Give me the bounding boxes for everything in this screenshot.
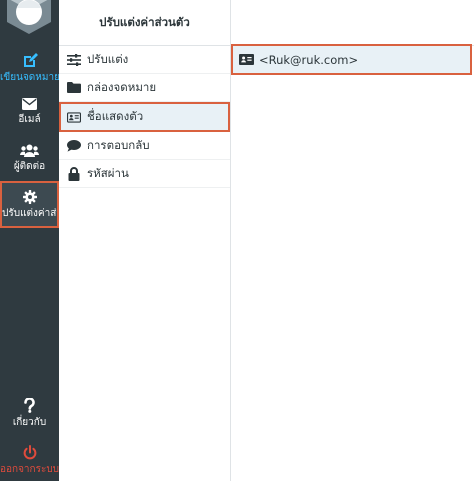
lock-icon <box>67 166 81 181</box>
logout-label: ออกจากระบบ <box>0 464 59 475</box>
users-icon <box>20 144 39 157</box>
id-card-icon <box>67 110 81 124</box>
identity-label: <Ruk@ruk.com> <box>259 52 359 67</box>
settings-label: ปรับแต่งค่าส่วนตัว <box>2 208 57 219</box>
settings-item-responses[interactable]: การตอบกลับ <box>59 132 230 160</box>
settings-item-label: ชื่อแสดงตัว <box>87 109 144 123</box>
settings-sections-panel: ปรับแต่งค่าส่วนตัว ปรับแต่ง กล่องจดหมาย … <box>59 0 231 481</box>
mail-label: อีเมล์ <box>18 114 41 125</box>
settings-button[interactable]: ปรับแต่งค่าส่วนตัว <box>0 181 59 228</box>
sliders-icon <box>67 53 81 67</box>
power-icon <box>23 445 36 460</box>
identity-row[interactable]: <Ruk@ruk.com> <box>231 44 472 75</box>
settings-list: ปรับแต่ง กล่องจดหมาย ชื่อแสดงตัว การตอบก… <box>59 46 230 188</box>
settings-item-identities[interactable]: ชื่อแสดงตัว <box>59 102 230 132</box>
comment-icon <box>67 139 81 153</box>
logo <box>0 0 59 40</box>
contacts-button[interactable]: ผู้ติดต่อ <box>0 144 59 182</box>
compose-icon <box>23 53 38 67</box>
compose-button[interactable]: เขียนจดหมายใหม่ <box>0 52 59 94</box>
settings-item-label: การตอบกลับ <box>87 137 150 152</box>
identities-header <box>231 0 474 46</box>
settings-item-label: ปรับแต่ง <box>87 51 129 66</box>
gear-icon <box>22 190 37 204</box>
settings-header: ปรับแต่งค่าส่วนตัว <box>59 0 230 46</box>
folder-icon <box>67 81 81 95</box>
logout-button[interactable]: ออกจากระบบ <box>0 445 59 481</box>
settings-item-preferences[interactable]: ปรับแต่ง <box>59 46 230 74</box>
contacts-label: ผู้ติดต่อ <box>13 161 46 172</box>
mail-button[interactable]: อีเมล์ <box>0 98 59 136</box>
settings-item-label: รหัสผ่าน <box>87 165 129 180</box>
settings-item-password[interactable]: รหัสผ่าน <box>59 160 230 188</box>
envelope-icon <box>22 98 37 110</box>
about-label: เกี่ยวกับ <box>12 417 47 428</box>
compose-label: เขียนจดหมายใหม่ <box>0 72 59 83</box>
id-card-icon <box>239 53 255 67</box>
main-navigation: เขียนจดหมายใหม่ อีเมล์ ผู้ติดต่อ <box>0 0 59 481</box>
settings-item-label: กล่องจดหมาย <box>87 79 157 94</box>
settings-item-folders[interactable]: กล่องจดหมาย <box>59 74 230 102</box>
identities-panel: <Ruk@ruk.com> <box>231 0 474 481</box>
about-button[interactable]: เกี่ยวกับ <box>0 398 59 436</box>
question-icon <box>24 398 35 413</box>
